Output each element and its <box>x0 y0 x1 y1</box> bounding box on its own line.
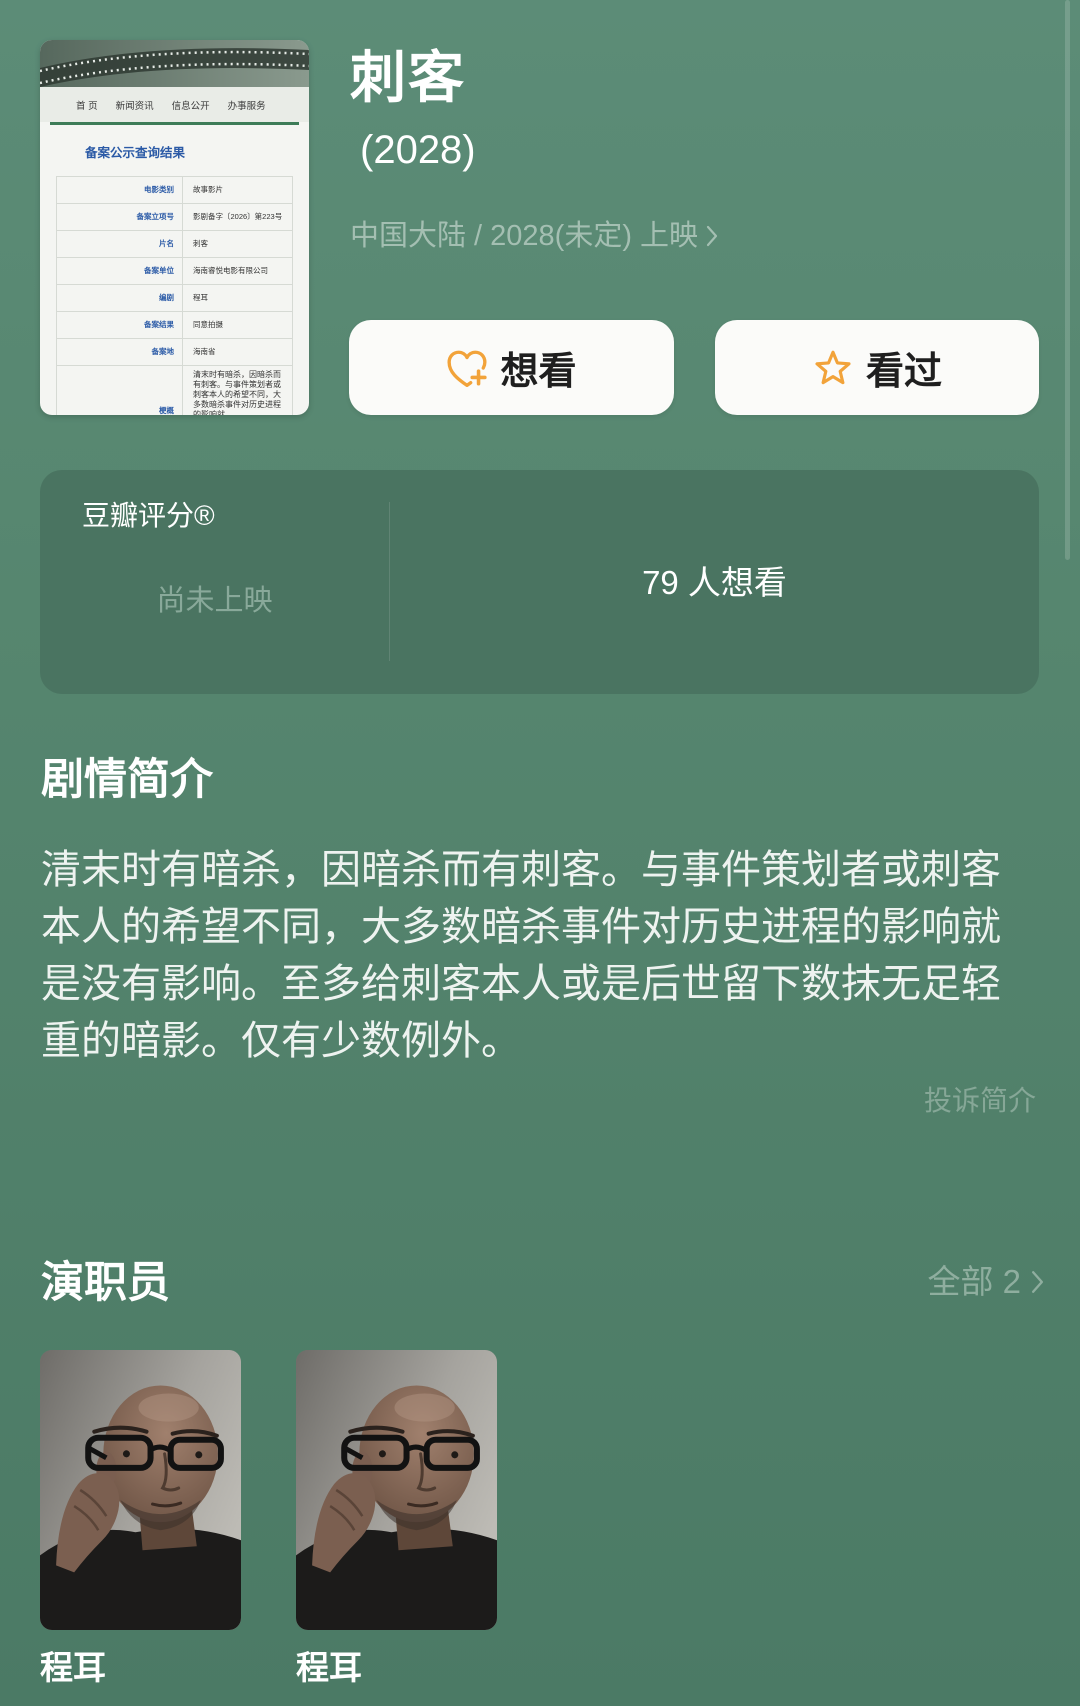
portrait-image <box>40 1350 241 1630</box>
poster-row-label: 电影类别 <box>57 177 183 203</box>
douban-rating-label: 豆瓣评分® <box>82 500 215 531</box>
poster-row-value: 影剧备字〔2026〕第223号 <box>193 212 283 221</box>
release-info-link[interactable]: 中国大陆 / 2028(未定) 上映 <box>350 219 718 253</box>
poster-table-row: 备案立项号 影剧备字〔2026〕第223号 <box>56 204 293 231</box>
watched-button[interactable]: 看过 <box>715 320 1039 415</box>
want-to-watch-button[interactable]: 想看 <box>349 320 674 415</box>
cast-photo <box>296 1350 497 1630</box>
poster-row-label: 备案结果 <box>57 312 183 338</box>
release-info-text: 中国大陆 / 2028(未定) 上映 <box>350 220 699 252</box>
poster-nav-item: 办事服务 <box>227 100 266 112</box>
poster-row-value: 清末时有暗杀，因暗杀而有刺客。与事件策划者或刺客本人的希望不同，大多数暗杀事件对… <box>193 370 281 415</box>
poster-row-label: 编剧 <box>57 285 183 311</box>
poster-row-value: 海南睿悦电影有限公司 <box>193 266 268 275</box>
poster-banner-image <box>40 40 309 87</box>
poster-table-row: 片名 刺客 <box>56 231 293 258</box>
watched-label: 看过 <box>865 351 942 393</box>
rating-status: 尚未上映 <box>156 585 273 617</box>
chevron-right-icon <box>1031 1271 1044 1293</box>
cast-card[interactable]: 程耳 <box>296 1350 497 1688</box>
cast-photo <box>40 1350 241 1630</box>
poster-nav-bar: 首 页 新闻资讯 信息公开 办事服务 <box>40 87 309 122</box>
poster-divider <box>50 122 299 125</box>
movie-title: 刺客 <box>350 46 466 109</box>
star-icon <box>815 350 851 384</box>
portrait-image <box>296 1350 497 1630</box>
film-strip-image <box>40 40 309 87</box>
poster-row-label: 备案立项号 <box>57 204 183 230</box>
scrollbar-thumb[interactable] <box>1065 0 1070 560</box>
poster-row-value: 程耳 <box>193 293 208 302</box>
poster-row-value: 刺客 <box>193 239 208 248</box>
poster-nav-item: 新闻资讯 <box>115 100 154 112</box>
synopsis-text: 清末时有暗杀，因暗杀而有刺客。与事件策划者或刺客本人的希望不同，大多数暗杀事件对… <box>41 848 1001 1063</box>
chevron-right-icon <box>706 225 718 247</box>
poster-row-label: 梗概 <box>57 366 183 415</box>
poster-nav-item: 信息公开 <box>171 100 210 112</box>
cast-name: 程耳 <box>296 1649 362 1686</box>
poster-row-label: 备案地 <box>57 339 183 365</box>
poster-table-row: 梗概 清末时有暗杀，因暗杀而有刺客。与事件策划者或刺客本人的希望不同，大多数暗杀… <box>56 366 293 415</box>
poster-row-value: 同意拍摄 <box>193 320 223 329</box>
report-synopsis-link[interactable]: 投诉简介 <box>924 1084 1036 1118</box>
rating-card: 豆瓣评分® 尚未上映 79 人想看 <box>40 470 1039 694</box>
poster-row-label: 片名 <box>57 231 183 257</box>
poster-table-row: 备案地 海南省 <box>56 339 293 366</box>
heart-plus-icon <box>447 350 488 387</box>
poster-nav-item: 首 页 <box>76 100 98 112</box>
cast-name: 程耳 <box>40 1649 106 1686</box>
poster-table-row: 备案结果 同意拍摄 <box>56 312 293 339</box>
cast-card[interactable]: 程耳 <box>40 1350 241 1688</box>
movie-year: (2028) <box>360 128 476 172</box>
movie-poster[interactable]: 首 页 新闻资讯 信息公开 办事服务 备案公示查询结果 电影类别 故事影片 备案… <box>40 40 309 415</box>
poster-row-value: 海南省 <box>193 347 216 356</box>
poster-table-row: 编剧 程耳 <box>56 285 293 312</box>
cast-view-all-link[interactable]: 全部 2 <box>927 1262 1044 1302</box>
poster-record-table: 电影类别 故事影片 备案立项号 影剧备字〔2026〕第223号 片名 刺客 备案… <box>56 176 293 415</box>
cast-view-all-label: 全部 2 <box>927 1263 1021 1300</box>
poster-row-value: 故事影片 <box>193 185 223 194</box>
cast-heading: 演职员 <box>41 1259 170 1307</box>
poster-row-label: 备案单位 <box>57 258 183 284</box>
poster-heading: 备案公示查询结果 <box>85 146 186 160</box>
want-to-watch-label: 想看 <box>500 351 577 393</box>
synopsis-heading: 剧情简介 <box>41 756 213 804</box>
wish-count[interactable]: 79 人想看 <box>390 564 1039 602</box>
poster-table-row: 备案单位 海南睿悦电影有限公司 <box>56 258 293 285</box>
poster-table-row: 电影类别 故事影片 <box>56 177 293 204</box>
